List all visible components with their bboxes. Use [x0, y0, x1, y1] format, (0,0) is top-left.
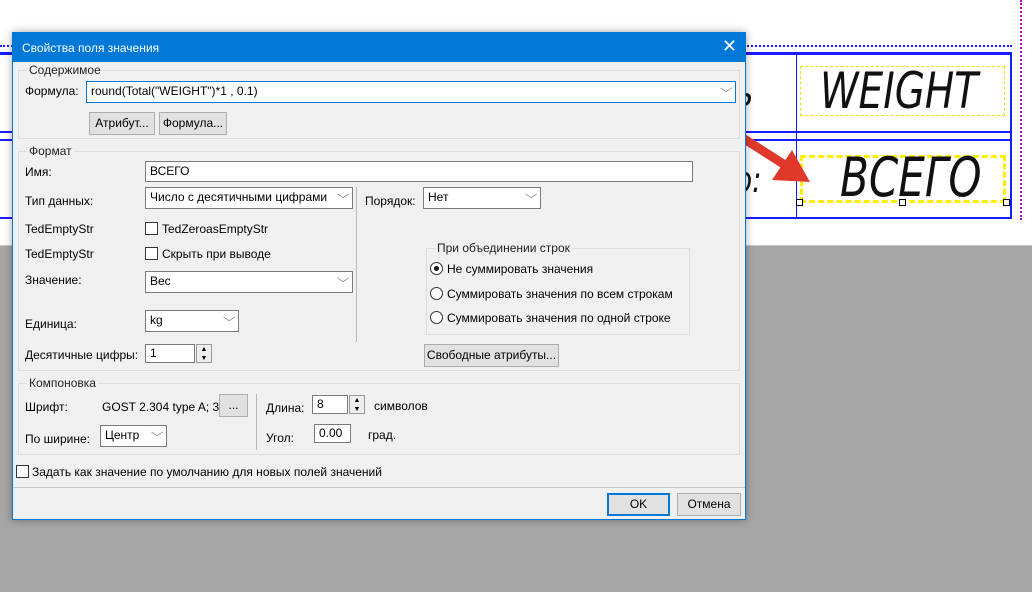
zeroes-empty-checkbox[interactable]	[145, 222, 158, 235]
order-select[interactable]: Нет ⌵	[423, 187, 541, 209]
table-line	[1010, 54, 1012, 218]
value-field-properties-dialog: Свойства поля значения ✕ Содержимое Форм…	[12, 32, 746, 520]
grip-handle[interactable]	[1003, 199, 1010, 206]
set-default-checkbox[interactable]	[16, 465, 29, 478]
merge-rows-group: При объединении строк Не суммировать зна…	[426, 241, 690, 335]
title-bar[interactable]: Свойства поля значения ✕	[13, 33, 745, 62]
radio-sum-one[interactable]	[430, 311, 443, 324]
decimals-label: Десятичные цифры:	[25, 348, 139, 362]
value-select[interactable]: Вес ⌵	[145, 271, 353, 293]
formula-button[interactable]: Формула...	[159, 112, 227, 135]
empty-str-label: TedEmptyStr	[25, 247, 94, 261]
decimals-input[interactable]: 1	[145, 344, 195, 363]
font-label: Шрифт:	[25, 400, 68, 414]
font-browse-button[interactable]: ...	[219, 394, 248, 417]
order-value: Нет	[428, 190, 449, 204]
free-attributes-button[interactable]: Свободные атрибуты...	[424, 344, 559, 367]
radio-sum-one-label[interactable]: Суммировать значения по одной строке	[447, 311, 671, 325]
chevron-down-icon: ⌵	[150, 427, 164, 439]
format-group: Формат Имя: ВСЕГО Тип данных: Число с де…	[18, 144, 740, 371]
length-unit: символов	[374, 399, 428, 413]
radio-sum-all[interactable]	[430, 287, 443, 300]
chevron-down-icon: ⌵	[719, 83, 733, 95]
grip-handle[interactable]	[796, 199, 803, 206]
layout-group: Компоновка Шрифт: GOST 2.304 type A; 3 .…	[18, 376, 740, 455]
divider	[356, 187, 357, 342]
formula-combobox[interactable]: round(Total("WEIGHT")*1 , 0.1) ⌵	[86, 81, 736, 103]
hide-on-output-checkbox[interactable]	[145, 247, 158, 260]
radio-sum-all-label[interactable]: Суммировать значения по всем строкам	[447, 287, 673, 301]
order-label: Порядок:	[365, 194, 416, 208]
empty-str-label: TedEmptyStr	[25, 222, 94, 236]
width-label: По ширине:	[25, 432, 90, 446]
hide-on-output-label[interactable]: Скрыть при выводе	[162, 247, 271, 261]
attribute-button[interactable]: Атрибут...	[89, 112, 155, 135]
content-group-label: Содержимое	[27, 63, 103, 77]
radio-no-sum-label[interactable]: Не суммировать значения	[447, 262, 593, 276]
length-input[interactable]: 8	[312, 395, 348, 414]
formula-label: Формула:	[25, 84, 79, 98]
divider	[13, 487, 745, 488]
chevron-down-icon: ⌵	[524, 189, 538, 201]
divider	[256, 394, 257, 450]
merge-group-label: При объединении строк	[435, 241, 572, 255]
decimals-spinner[interactable]: ▲ ▼	[196, 344, 212, 363]
unit-select[interactable]: kg ⌵	[145, 310, 239, 332]
total-text[interactable]: ВСЕГО	[840, 146, 982, 209]
format-group-label: Формат	[27, 144, 74, 158]
unit-value: kg	[150, 313, 163, 327]
value-label: Значение:	[25, 273, 82, 287]
angle-input[interactable]: 0.00	[314, 424, 351, 443]
set-default-label[interactable]: Задать как значение по умолчанию для нов…	[32, 465, 382, 479]
name-input[interactable]: ВСЕГО	[145, 161, 693, 182]
formula-value: round(Total("WEIGHT")*1 , 0.1)	[91, 84, 258, 98]
ok-button[interactable]: OK	[607, 493, 670, 516]
datatype-select[interactable]: Число с десятичными цифрами ⌵	[145, 187, 353, 209]
value-value: Вес	[150, 274, 171, 288]
content-group: Содержимое Формула: round(Total("WEIGHT"…	[18, 63, 740, 139]
length-label: Длина:	[266, 401, 305, 415]
weight-text[interactable]: WEIGHT	[820, 62, 978, 120]
width-align-select[interactable]: Центр ⌵	[100, 425, 167, 447]
angle-unit: град.	[368, 428, 397, 442]
datatype-value: Число с десятичными цифрами	[150, 190, 328, 204]
chevron-down-icon: ⌵	[336, 273, 350, 285]
grip-handle[interactable]	[899, 199, 906, 206]
dialog-title: Свойства поля значения	[22, 41, 160, 55]
length-spinner[interactable]: ▲ ▼	[349, 395, 365, 414]
name-label: Имя:	[25, 165, 52, 179]
chevron-down-icon: ⌵	[222, 312, 236, 324]
magenta-frame-line	[1020, 0, 1022, 220]
close-icon[interactable]: ✕	[722, 36, 737, 57]
layout-group-label: Компоновка	[27, 376, 98, 390]
chevron-down-icon: ⌵	[336, 189, 350, 201]
radio-no-sum[interactable]	[430, 262, 443, 275]
angle-label: Угол:	[266, 431, 294, 445]
zeroes-empty-label[interactable]: TedZeroasEmptyStr	[162, 222, 268, 236]
unit-label: Единица:	[25, 317, 77, 331]
datatype-label: Тип данных:	[25, 194, 94, 208]
font-value: GOST 2.304 type A; 3	[102, 400, 220, 414]
cancel-button[interactable]: Отмена	[677, 493, 741, 516]
width-align-value: Центр	[105, 428, 140, 442]
